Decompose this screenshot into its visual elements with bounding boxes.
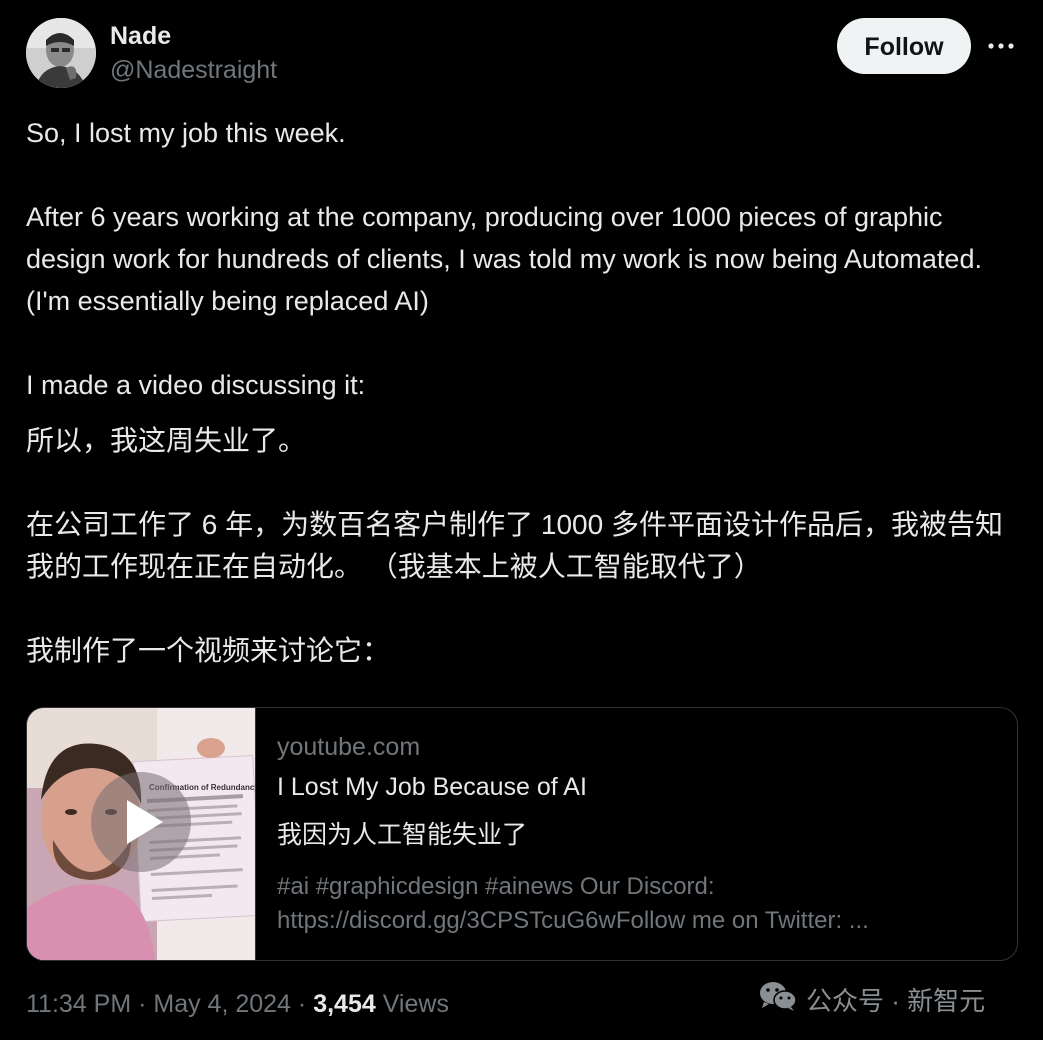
more-horizontal-icon[interactable] bbox=[986, 32, 1016, 60]
tweet-line: I made a video discussing it: bbox=[26, 370, 366, 400]
views-label: Views bbox=[382, 990, 449, 1018]
author-display-name[interactable]: Nade bbox=[110, 22, 171, 51]
separator: · bbox=[290, 990, 314, 1018]
tweet-date[interactable]: May 4, 2024 bbox=[153, 990, 291, 1018]
link-card-body[interactable]: youtube.com I Lost My Job Because of AI … bbox=[277, 730, 997, 938]
separator: · bbox=[131, 990, 154, 1018]
tweet-text: So, I lost my job this week. After 6 yea… bbox=[26, 112, 1026, 406]
link-description-line: #ai #graphicdesign #ainews Our Discord: bbox=[277, 873, 715, 900]
video-thumbnail[interactable]: Confirmation of Redundancy bbox=[27, 708, 256, 960]
watermark-text: 公众号 · 新智元 bbox=[806, 986, 986, 1016]
author-handle[interactable]: @Nadestraight bbox=[110, 56, 277, 85]
tweet-line: So, I lost my job this week. bbox=[26, 118, 346, 148]
link-domain: youtube.com bbox=[277, 733, 421, 761]
tweet-time[interactable]: 11:34 PM bbox=[26, 990, 131, 1018]
views-count: 3,454 bbox=[313, 990, 376, 1018]
link-card[interactable]: Confirmation of Redundancy youtube.com I… bbox=[26, 707, 1018, 961]
translation-line: 所以，我这周失业了。 bbox=[26, 425, 307, 456]
wechat-icon bbox=[758, 980, 798, 1019]
translation-line: 在公司工作了 6 年，为数百名客户制作了 1000 多件平面设计作品后，我被告知… bbox=[26, 509, 1003, 582]
link-description: #ai #graphicdesign #ainews Our Discord: … bbox=[277, 870, 997, 938]
follow-button[interactable]: Follow bbox=[837, 18, 971, 74]
translation-line: 我制作了一个视频来讨论它： bbox=[26, 635, 391, 666]
tweet-footer: 11:34 PM · May 4, 2024 · 3,454 Views bbox=[26, 990, 449, 1019]
link-title[interactable]: I Lost My Job Because of AI bbox=[277, 770, 997, 804]
link-title-translation: 我因为人工智能失业了 bbox=[277, 821, 528, 849]
author-avatar[interactable] bbox=[26, 18, 96, 88]
link-description-line: https://discord.gg/3CPSTcuG6wFollow me o… bbox=[277, 907, 869, 934]
watermark: 公众号 · 新智元 bbox=[758, 980, 985, 1019]
tweet-line: After 6 years working at the company, pr… bbox=[26, 202, 990, 316]
tweet-translation: 所以，我这周失业了。 在公司工作了 6 年，为数百名客户制作了 1000 多件平… bbox=[26, 420, 1026, 672]
